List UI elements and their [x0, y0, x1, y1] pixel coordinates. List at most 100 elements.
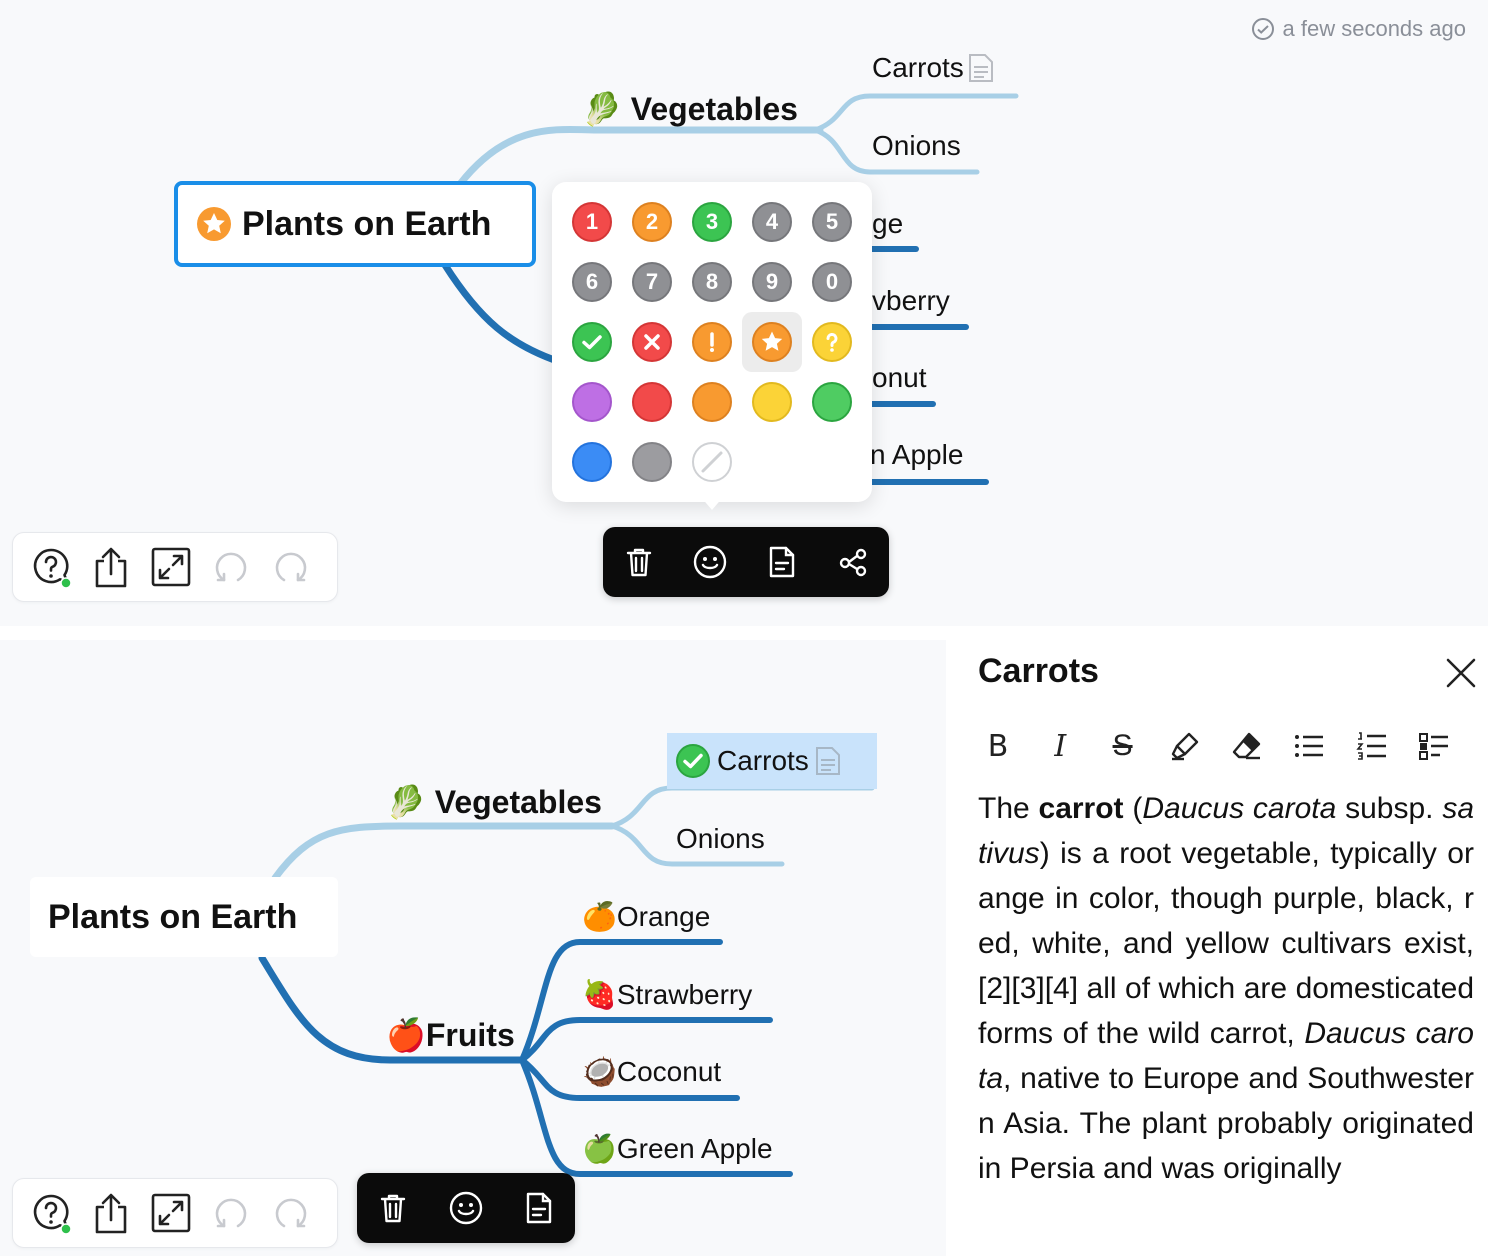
document-icon	[526, 1192, 551, 1224]
root-node-selected[interactable]: Plants on Earth	[174, 181, 536, 267]
marker-color-orange[interactable]	[692, 382, 732, 422]
marker-number-1[interactable]: 1	[572, 202, 612, 242]
highlight-button[interactable]	[1163, 726, 1207, 766]
marker-number-6-label: 6	[585, 269, 599, 294]
bold-button[interactable]: B	[976, 726, 1020, 766]
notes-title: Carrots	[978, 652, 1099, 690]
eraser-button[interactable]	[1225, 726, 1269, 766]
marker-color-purple[interactable]	[572, 382, 612, 422]
marker-none[interactable]	[692, 442, 732, 482]
marker-question[interactable]	[812, 322, 852, 362]
marker-number-6[interactable]: 6	[572, 262, 612, 302]
marker-check[interactable]	[572, 322, 612, 362]
node-carrots[interactable]: Carrots	[872, 52, 994, 84]
node-onions-label: Onions	[676, 823, 765, 854]
orange-icon: 🍊	[582, 900, 617, 933]
exclamation-icon	[710, 332, 714, 352]
help-button[interactable]	[21, 1183, 81, 1243]
trash-icon	[626, 548, 651, 577]
red-apple-icon: 🍎	[386, 1016, 426, 1054]
node-coconut-partial[interactable]: onut	[872, 362, 927, 394]
node-onions[interactable]: Onions	[676, 823, 765, 855]
marker-number-9-label: 9	[765, 269, 779, 294]
undo-button[interactable]	[201, 1183, 261, 1243]
node-carrots-label: Carrots	[872, 52, 964, 83]
share-icon	[95, 547, 127, 588]
star-icon	[761, 331, 783, 351]
marker-color-green[interactable]	[812, 382, 852, 422]
node-coconut[interactable]: 🥥Coconut	[582, 1055, 721, 1088]
marker-number-5[interactable]: 5	[812, 202, 852, 242]
marker-number-8[interactable]: 8	[692, 262, 732, 302]
share-button[interactable]	[81, 537, 141, 597]
help-button[interactable]	[21, 537, 81, 597]
node-fruits-label: Fruits	[425, 1017, 515, 1053]
redo-icon	[275, 552, 307, 582]
fullscreen-button[interactable]	[141, 1183, 201, 1243]
marker-color-yellow[interactable]	[752, 382, 792, 422]
marker-exclamation[interactable]	[692, 322, 732, 362]
coconut-icon: 🥥	[582, 1055, 617, 1088]
note-button[interactable]	[511, 1180, 567, 1236]
document-icon	[769, 546, 794, 578]
note-indicator-icon	[968, 54, 993, 82]
node-carrots-selected[interactable]: Carrots	[667, 733, 877, 789]
emoji-button[interactable]	[682, 534, 738, 590]
node-coconut-partial-label: onut	[872, 362, 927, 393]
marker-number-4[interactable]: 4	[752, 202, 792, 242]
mindmap-button[interactable]	[825, 534, 881, 590]
mindmap-icon	[840, 548, 867, 577]
close-button[interactable]	[1444, 656, 1478, 690]
bullet-list-button[interactable]	[1287, 726, 1331, 766]
node-strawberry[interactable]: 🍓Strawberry	[582, 978, 752, 1011]
emoji-button[interactable]	[438, 1180, 494, 1236]
node-onions-label: Onions	[872, 130, 961, 161]
marker-cross[interactable]	[632, 322, 672, 362]
check-marker-icon	[676, 744, 710, 778]
numbered-list-button[interactable]	[1350, 726, 1394, 766]
node-green-apple-label: Green Apple	[616, 1133, 773, 1164]
node-orange[interactable]: 🍊Orange	[582, 900, 710, 933]
fullscreen-button[interactable]	[141, 537, 201, 597]
top-mindmap-canvas[interactable]: a few seconds ago Plants on Earth 🥬 Vege…	[0, 0, 1488, 626]
node-strawberry-partial[interactable]: vberry	[872, 285, 950, 317]
delete-button[interactable]	[611, 534, 667, 590]
marker-star[interactable]	[752, 322, 792, 362]
node-vegetables[interactable]: 🥬 Vegetables	[582, 90, 798, 128]
redo-button[interactable]	[261, 1183, 321, 1243]
bottom-mindmap-canvas[interactable]: Plants on Earth 🥬 Vegetables Carrots Oni…	[0, 640, 946, 1256]
marker-number-3[interactable]: 3	[692, 202, 732, 242]
marker-color-blue[interactable]	[572, 442, 612, 482]
marker-color-gray[interactable]	[632, 442, 672, 482]
note-button[interactable]	[754, 534, 810, 590]
marker-number-2[interactable]: 2	[632, 202, 672, 242]
root-node[interactable]: Plants on Earth	[30, 877, 338, 957]
lettuce-icon: 🥬	[386, 783, 426, 821]
format-toolbar: B I S	[976, 726, 1456, 766]
share-button[interactable]	[81, 1183, 141, 1243]
marker-number-7[interactable]: 7	[632, 262, 672, 302]
note-text-bold-carrot: carrot	[1038, 792, 1124, 825]
strikethrough-button[interactable]: S	[1101, 726, 1145, 766]
marker-number-0[interactable]: 0	[812, 262, 852, 302]
highlighter-icon	[1171, 732, 1199, 761]
node-orange-partial-label: ge	[872, 208, 904, 239]
node-fruits[interactable]: 🍎Fruits	[386, 1016, 515, 1054]
node-apple-partial[interactable]: n Apple	[870, 439, 963, 471]
node-green-apple[interactable]: 🍏Green Apple	[582, 1132, 773, 1165]
node-onions[interactable]: Onions	[872, 130, 961, 162]
note-editor[interactable]: The carrot (Daucus carota subsp. sativus…	[978, 786, 1474, 1226]
delete-button[interactable]	[365, 1180, 421, 1236]
undo-button[interactable]	[201, 537, 261, 597]
checklist-icon	[1418, 733, 1448, 760]
italic-button[interactable]: I	[1038, 726, 1082, 766]
question-icon	[826, 333, 838, 352]
no-marker-icon	[701, 451, 723, 473]
fullscreen-icon	[151, 1193, 191, 1233]
marker-number-9[interactable]: 9	[752, 262, 792, 302]
marker-color-red[interactable]	[632, 382, 672, 422]
node-vegetables[interactable]: 🥬 Vegetables	[386, 783, 602, 821]
checklist-button[interactable]	[1412, 726, 1456, 766]
node-orange-partial[interactable]: ge	[872, 208, 903, 240]
redo-button[interactable]	[261, 537, 321, 597]
